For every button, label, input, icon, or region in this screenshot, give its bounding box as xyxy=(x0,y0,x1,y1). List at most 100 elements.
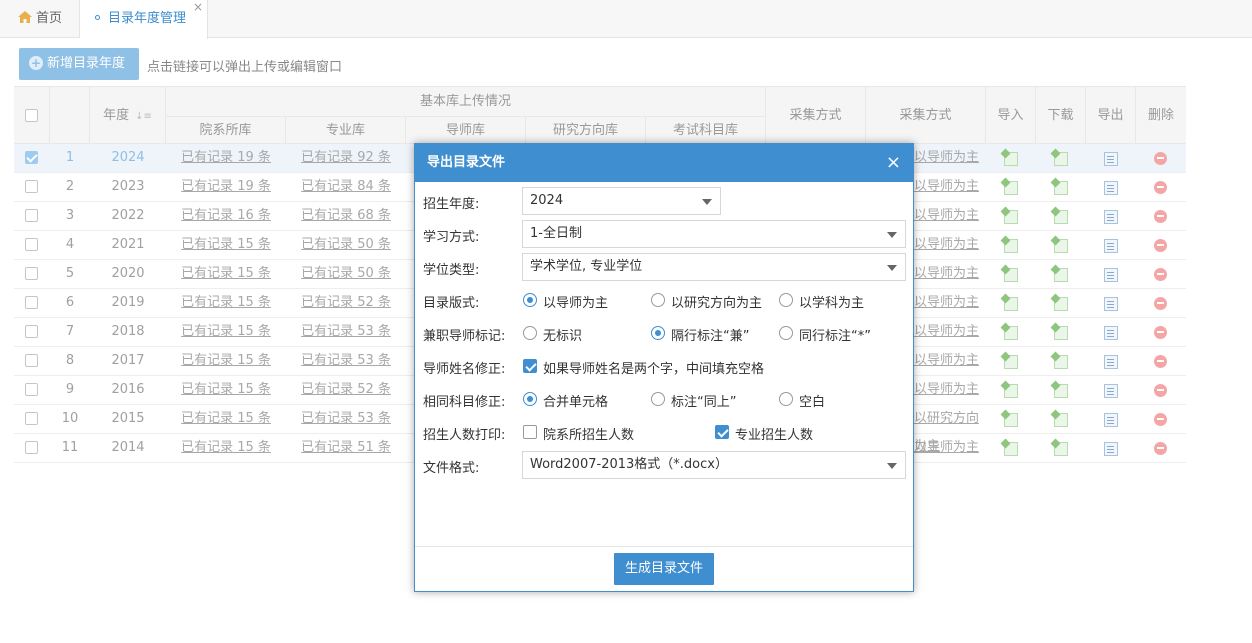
checkbox-checked[interactable] xyxy=(523,359,537,373)
dept-link-text[interactable]: 已有记录 15 条 xyxy=(181,266,271,281)
delete-icon[interactable] xyxy=(1154,239,1167,252)
print-dept-checkbox[interactable]: 院系所招生人数 xyxy=(523,424,634,443)
export-icon[interactable] xyxy=(1104,384,1118,398)
dialog-close-icon[interactable]: × xyxy=(886,144,901,182)
row-major-link[interactable]: 已有记录 52 条 xyxy=(286,289,406,318)
dept-link-text[interactable]: 已有记录 15 条 xyxy=(181,295,271,310)
major-link-text[interactable]: 已有记录 50 条 xyxy=(301,237,391,252)
export-icon[interactable] xyxy=(1104,297,1118,311)
add-year-button[interactable]: + 新增目录年度 xyxy=(19,48,139,80)
radio-unchecked[interactable] xyxy=(779,293,793,307)
radio-checked[interactable] xyxy=(523,392,537,406)
row-checkbox[interactable] xyxy=(25,180,38,193)
major-link-text[interactable]: 已有记录 50 条 xyxy=(301,266,391,281)
radio-unchecked[interactable] xyxy=(779,392,793,406)
dept-link-text[interactable]: 已有记录 19 条 xyxy=(181,179,271,194)
import-icon[interactable] xyxy=(1004,181,1018,195)
export-icon[interactable] xyxy=(1104,181,1118,195)
row-major-link[interactable]: 已有记录 50 条 xyxy=(286,231,406,260)
row-checkbox[interactable] xyxy=(25,209,38,222)
format-tutor-radio[interactable]: 以导师为主 xyxy=(523,292,608,311)
delete-icon[interactable] xyxy=(1154,326,1167,339)
row-checkbox[interactable] xyxy=(25,238,38,251)
sort-icon[interactable]: ↓≡ xyxy=(135,111,152,122)
export-icon[interactable] xyxy=(1104,326,1118,340)
row-dept-link[interactable]: 已有记录 15 条 xyxy=(166,405,286,434)
download-icon[interactable] xyxy=(1054,384,1068,398)
import-icon[interactable] xyxy=(1004,152,1018,166)
row-major-link[interactable]: 已有记录 52 条 xyxy=(286,376,406,405)
row-dept-link[interactable]: 已有记录 15 条 xyxy=(166,260,286,289)
collect-mode-link[interactable]: 以导师为主 xyxy=(914,382,979,397)
delete-icon[interactable] xyxy=(1154,413,1167,426)
row-checkbox[interactable] xyxy=(25,151,38,164)
format-direction-radio[interactable]: 以研究方向为主 xyxy=(651,292,762,311)
checkbox-checked[interactable] xyxy=(715,425,729,439)
row-checkbox[interactable] xyxy=(25,354,38,367)
collect-mode-link[interactable]: 以导师为主 xyxy=(914,353,979,368)
import-icon[interactable] xyxy=(1004,355,1018,369)
row-major-link[interactable]: 已有记录 84 条 xyxy=(286,173,406,202)
row-dept-link[interactable]: 已有记录 15 条 xyxy=(166,231,286,260)
export-icon[interactable] xyxy=(1104,210,1118,224)
row-major-link[interactable]: 已有记录 53 条 xyxy=(286,347,406,376)
download-icon[interactable] xyxy=(1054,355,1068,369)
collect-mode-link[interactable]: 以导师为主 xyxy=(914,440,979,455)
download-icon[interactable] xyxy=(1054,413,1068,427)
download-icon[interactable] xyxy=(1054,297,1068,311)
year-select[interactable]: 2024 xyxy=(522,187,721,215)
row-dept-link[interactable]: 已有记录 15 条 xyxy=(166,318,286,347)
row-checkbox[interactable] xyxy=(25,441,38,454)
collect-mode-link[interactable]: 以导师为主 xyxy=(914,179,979,194)
export-icon[interactable] xyxy=(1104,413,1118,427)
delete-icon[interactable] xyxy=(1154,355,1167,368)
download-icon[interactable] xyxy=(1054,210,1068,224)
row-major-link[interactable]: 已有记录 92 条 xyxy=(286,144,406,173)
parttime-alt-radio[interactable]: 隔行标注“兼” xyxy=(651,325,749,344)
major-link-text[interactable]: 已有记录 92 条 xyxy=(301,150,391,165)
delete-icon[interactable] xyxy=(1154,152,1167,165)
header-year[interactable]: 年度 ↓≡ xyxy=(90,87,166,144)
row-dept-link[interactable]: 已有记录 15 条 xyxy=(166,347,286,376)
dept-link-text[interactable]: 已有记录 15 条 xyxy=(181,324,271,339)
major-link-text[interactable]: 已有记录 68 条 xyxy=(301,208,391,223)
radio-unchecked[interactable] xyxy=(651,293,665,307)
import-icon[interactable] xyxy=(1004,268,1018,282)
major-link-text[interactable]: 已有记录 52 条 xyxy=(301,382,391,397)
download-icon[interactable] xyxy=(1054,181,1068,195)
collect-mode-link[interactable]: 以导师为主 xyxy=(914,150,979,165)
delete-icon[interactable] xyxy=(1154,442,1167,455)
row-checkbox[interactable] xyxy=(25,267,38,280)
row-dept-link[interactable]: 已有记录 19 条 xyxy=(166,144,286,173)
import-icon[interactable] xyxy=(1004,442,1018,456)
major-link-text[interactable]: 已有记录 53 条 xyxy=(301,411,391,426)
dept-link-text[interactable]: 已有记录 15 条 xyxy=(181,237,271,252)
row-major-link[interactable]: 已有记录 51 条 xyxy=(286,434,406,463)
parttime-star-radio[interactable]: 同行标注“*” xyxy=(779,325,871,344)
same-merge-radio[interactable]: 合并单元格 xyxy=(523,391,608,410)
major-link-text[interactable]: 已有记录 53 条 xyxy=(301,324,391,339)
collect-mode-link[interactable]: 以导师为主 xyxy=(914,295,979,310)
row-checkbox[interactable] xyxy=(25,412,38,425)
row-checkbox[interactable] xyxy=(25,296,38,309)
row-dept-link[interactable]: 已有记录 15 条 xyxy=(166,289,286,318)
download-icon[interactable] xyxy=(1054,239,1068,253)
dept-link-text[interactable]: 已有记录 15 条 xyxy=(181,353,271,368)
study-mode-select[interactable]: 1-全日制 xyxy=(522,220,906,248)
download-icon[interactable] xyxy=(1054,152,1068,166)
row-dept-link[interactable]: 已有记录 15 条 xyxy=(166,376,286,405)
row-major-link[interactable]: 已有记录 53 条 xyxy=(286,318,406,347)
import-icon[interactable] xyxy=(1004,326,1018,340)
delete-icon[interactable] xyxy=(1154,384,1167,397)
file-format-select[interactable]: Word2007-2013格式（*.docx） xyxy=(522,451,906,479)
generate-button[interactable]: 生成目录文件 xyxy=(614,553,714,585)
export-icon[interactable] xyxy=(1104,355,1118,369)
collect-mode-link[interactable]: 以导师为主 xyxy=(914,266,979,281)
export-icon[interactable] xyxy=(1104,442,1118,456)
download-icon[interactable] xyxy=(1054,442,1068,456)
parttime-none-radio[interactable]: 无标识 xyxy=(523,325,582,344)
radio-unchecked[interactable] xyxy=(651,392,665,406)
dept-link-text[interactable]: 已有记录 15 条 xyxy=(181,411,271,426)
radio-unchecked[interactable] xyxy=(779,326,793,340)
delete-icon[interactable] xyxy=(1154,210,1167,223)
